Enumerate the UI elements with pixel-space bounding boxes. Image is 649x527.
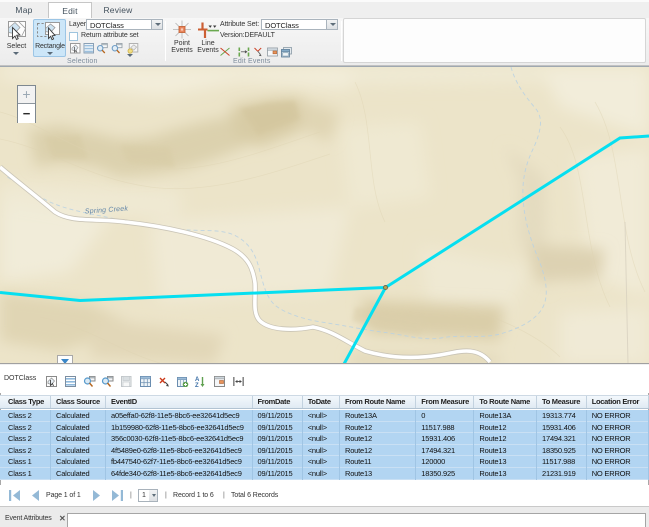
svg-text:Z: Z	[195, 383, 199, 387]
